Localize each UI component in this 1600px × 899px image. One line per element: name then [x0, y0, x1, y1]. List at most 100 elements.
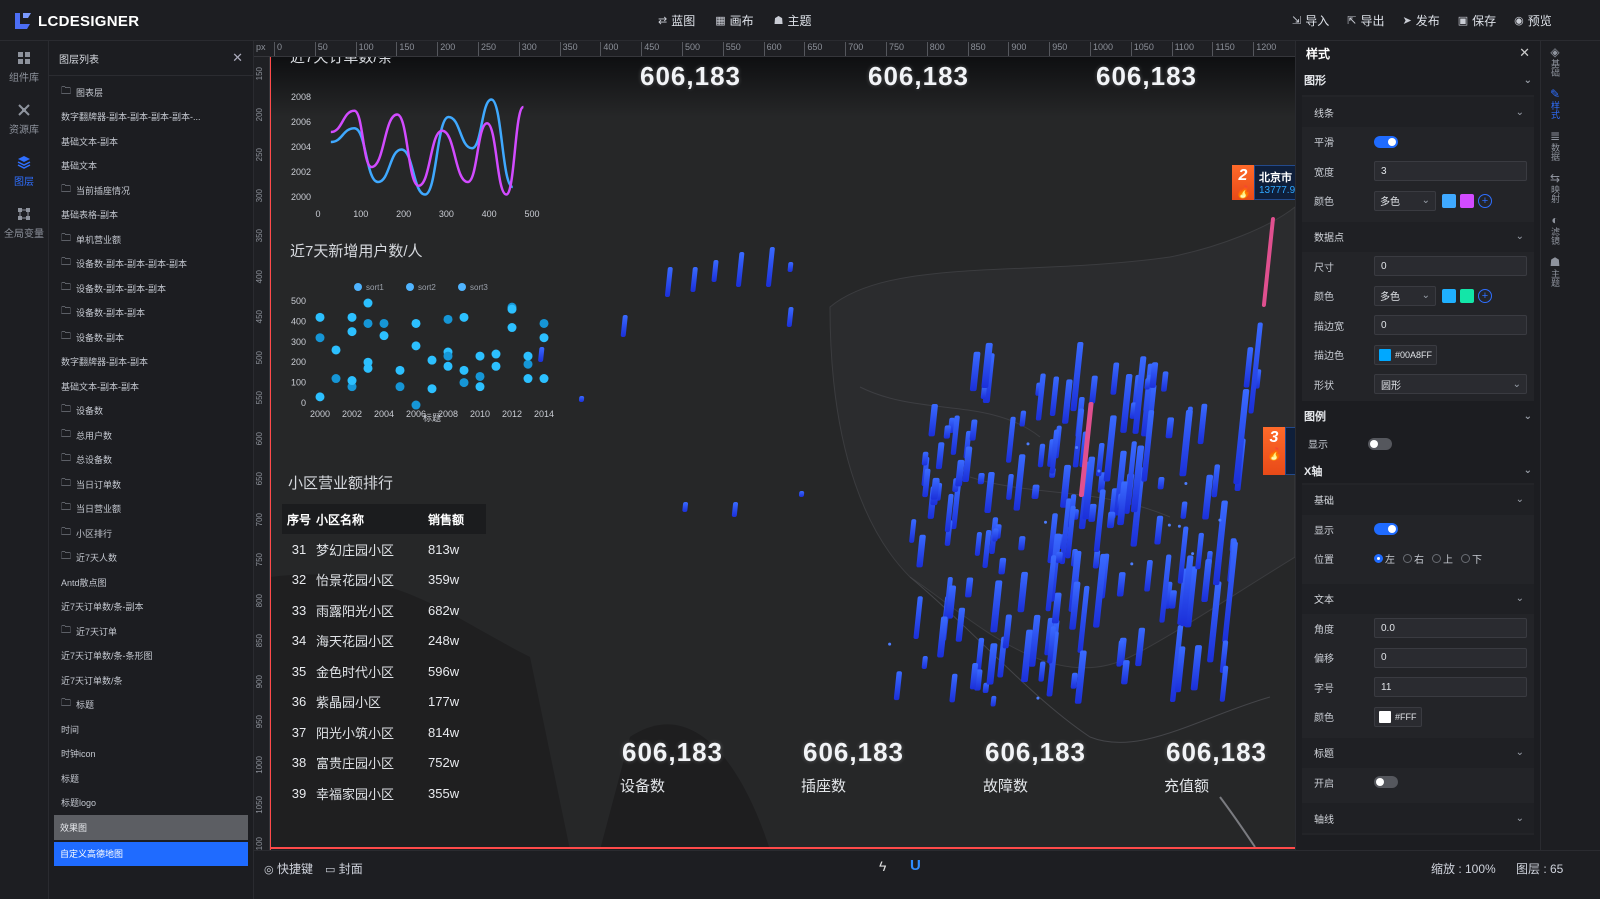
shape-select[interactable]: 圆形 ⌄ — [1374, 374, 1527, 395]
top-save-button[interactable]: ▣ 保存 — [1458, 12, 1496, 29]
design-canvas[interactable]: 606,183 606,183 606,183 近7天订单数/条 2000 200… — [270, 57, 1295, 850]
title-on-toggle[interactable] — [1374, 776, 1398, 789]
top-blueprint-button[interactable]: ⇄ 蓝图 — [658, 12, 695, 29]
font-size-input[interactable]: 11 — [1374, 677, 1527, 698]
smooth-toggle[interactable] — [1374, 135, 1398, 148]
position-bottom-radio[interactable]: 下 — [1461, 551, 1482, 566]
sub-base[interactable]: 基础 ⌄ — [1302, 484, 1534, 515]
cover-button[interactable]: ▭ 封面 — [325, 860, 363, 877]
layer-item[interactable]: 🗀 设备数-副本-副本-副本 — [49, 276, 253, 301]
layer-item[interactable]: 🗀 当日订单数 — [49, 472, 253, 497]
layer-item[interactable]: 数字翻牌器-副本-副本-副本-副本-... — [49, 105, 253, 130]
leftbar-variable[interactable]: 全局变量 — [0, 197, 48, 249]
top-theme-button[interactable]: ☗ 主题 — [774, 12, 812, 29]
stroke-width-input[interactable]: 0 — [1374, 315, 1527, 336]
layer-item[interactable]: 标题 — [49, 766, 253, 791]
line-color-swatch-2[interactable] — [1460, 193, 1474, 208]
add-color-icon[interactable]: + — [1478, 193, 1492, 208]
stroke-color-picker[interactable]: #00A8FF — [1374, 344, 1438, 365]
top-import-button[interactable]: ⇲ 导入 — [1292, 12, 1329, 29]
line-color-swatch-1[interactable] — [1442, 193, 1456, 208]
sub-point[interactable]: 数据点 ⌄ — [1302, 221, 1534, 252]
width-input[interactable]: 3 — [1374, 161, 1527, 182]
scatter-point — [427, 355, 437, 365]
layer-item[interactable]: 🗀 设备数-副本-副本-副本-副本 — [49, 252, 253, 277]
layer-item[interactable]: 近7天订单数/条-条形图 — [49, 644, 253, 669]
layer-item[interactable]: 🗀 设备数-副本-副本 — [49, 301, 253, 326]
sub-line[interactable]: 线条 ⌄ — [1302, 97, 1534, 127]
position-top-radio[interactable]: 上 — [1432, 551, 1453, 566]
section-shape[interactable]: 图形 ⌄ — [1296, 65, 1540, 95]
add-color-icon[interactable]: + — [1478, 288, 1492, 303]
top-preview-button[interactable]: ◉ 预览 — [1514, 12, 1552, 29]
layer-item[interactable]: 🗀 标题 — [49, 693, 253, 718]
map-marker-3[interactable]: 3 🔥 — [1263, 427, 1295, 475]
layer-item[interactable]: 近7天订单数/条 — [49, 668, 253, 693]
layer-item[interactable]: 🗀 当日营业额 — [49, 497, 253, 522]
sub-title[interactable]: 标题 ⌄ — [1302, 737, 1534, 768]
layer-item[interactable]: 近7天订单数/条-副本 — [49, 595, 253, 620]
close-icon[interactable]: ✕ — [232, 50, 243, 66]
layer-item[interactable]: 标题logo — [49, 791, 253, 816]
rightbar-data[interactable]: ≣ 数据 — [1541, 125, 1569, 167]
scatter-point — [507, 323, 517, 333]
sub-text[interactable]: 文本 ⌄ — [1302, 583, 1534, 614]
layer-item[interactable]: 基础表格-副本 — [49, 203, 253, 228]
layer-item[interactable]: 自定义高德地图 — [54, 841, 248, 866]
rightbar-theme[interactable]: ☗ 主题 — [1541, 251, 1569, 293]
line-color-mode-select[interactable]: 多色 ⌄ — [1374, 190, 1436, 211]
rightbar-filter[interactable]: ◐ 滤镜 — [1541, 209, 1569, 251]
y-tick-label: 0 — [301, 398, 306, 408]
top-export-button[interactable]: ⇱ 导出 — [1347, 12, 1384, 29]
size-input[interactable]: 0 — [1374, 256, 1527, 277]
leftbar-resource[interactable]: 资源库 — [0, 93, 48, 145]
point-color-mode-select[interactable]: 多色 ⌄ — [1374, 285, 1436, 306]
layer-item[interactable]: 🗀 近7天人数 — [49, 546, 253, 571]
layer-item[interactable]: 数字翻牌器-副本-副本 — [49, 350, 253, 375]
shortcut-button[interactable]: ◎ 快捷键 — [264, 860, 313, 877]
position-right-radio[interactable]: 右 — [1403, 551, 1424, 566]
layer-item[interactable]: 🗀 设备数 — [49, 399, 253, 424]
layer-item[interactable]: 🗀 总设备数 — [49, 448, 253, 473]
sub-axis-line[interactable]: 轴线 ⌄ — [1302, 803, 1534, 833]
layer-item[interactable]: 🗀 设备数-副本 — [49, 325, 253, 350]
point-color-swatch-2[interactable] — [1460, 288, 1474, 303]
layer-item[interactable]: 基础文本-副本-副本 — [49, 374, 253, 399]
layer-item[interactable]: 基础文本-副本 — [49, 129, 253, 154]
magnet-icon[interactable]: U — [910, 857, 921, 874]
map-marker-beijing[interactable]: 2 🔥 北京市 13777.9 — [1232, 165, 1295, 200]
layer-item[interactable]: 🗀 图表层 — [49, 80, 253, 105]
layer-item[interactable]: 效果图 — [54, 815, 248, 840]
top-publish-button[interactable]: ➤ 发布 — [1402, 12, 1439, 29]
layer-item[interactable]: 🗀 总用户数 — [49, 423, 253, 448]
layer-item[interactable]: 时间 — [49, 717, 253, 742]
layer-item[interactable]: 🗀 单机营业额 — [49, 227, 253, 252]
close-icon[interactable]: ✕ — [1519, 45, 1530, 61]
offset-input[interactable]: 0 — [1374, 647, 1527, 668]
leftbar-layers[interactable]: 图层 — [0, 145, 48, 197]
layer-item[interactable]: Antd散点图 — [49, 570, 253, 595]
section-legend[interactable]: 图例 ⌄ — [1296, 401, 1540, 431]
layer-item[interactable]: 基础文本 — [49, 154, 253, 179]
scatter-point — [523, 374, 533, 384]
position-left-radio[interactable]: 左 — [1374, 551, 1395, 566]
angle-input[interactable]: 0.0 — [1374, 618, 1527, 639]
section-xaxis[interactable]: X轴 ⌄ — [1296, 459, 1540, 483]
top-canvas-button[interactable]: ▦ 画布 — [715, 12, 753, 29]
line-chart[interactable]: 2000 2002 2004 2006 2008 0 100 200 300 400 500 — [280, 79, 555, 229]
layer-item[interactable]: 🗀 小区排行 — [49, 521, 253, 546]
point-color-swatch-1[interactable] — [1442, 288, 1456, 303]
layer-item[interactable]: 时钟icon — [49, 742, 253, 767]
legend-show-toggle[interactable] — [1368, 437, 1392, 450]
xaxis-show-toggle[interactable] — [1374, 523, 1398, 536]
lightning-icon[interactable]: ϟ — [879, 858, 886, 874]
rightbar-base[interactable]: ◈ 基础 — [1541, 41, 1569, 83]
leftbar-component[interactable]: 组件库 — [0, 41, 48, 93]
layer-item[interactable]: 🗀 近7天订单 — [49, 619, 253, 644]
scatter-chart[interactable]: sort1 sort2 sort3 0 100 200 300 400 500 2000 2002 2… — [280, 272, 565, 432]
rightbar-mapping[interactable]: ⇆ 映射 — [1541, 167, 1569, 209]
rightbar-style[interactable]: ✎ 样式 — [1541, 83, 1569, 125]
text-color-picker[interactable]: #FFF — [1374, 706, 1422, 727]
app-logo[interactable]: LCDESIGNER — [12, 11, 139, 31]
layer-item[interactable]: 🗀 当前插座情况 — [49, 178, 253, 203]
